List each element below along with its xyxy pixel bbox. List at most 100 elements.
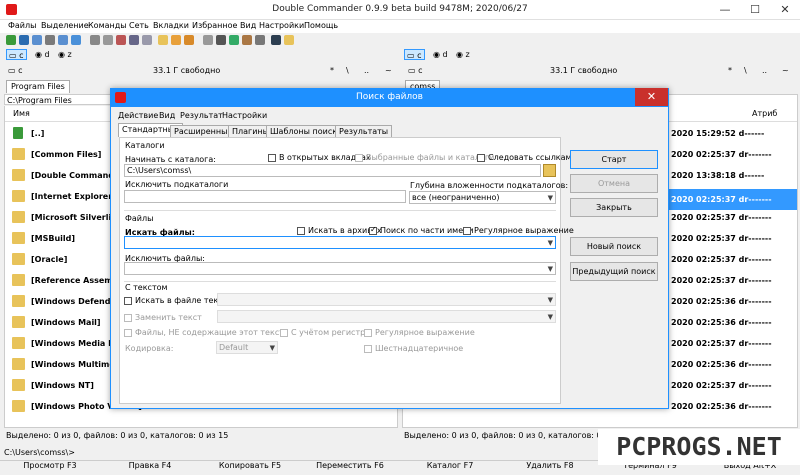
dialog-menu-result[interactable]: Результат xyxy=(180,111,223,120)
sync-icon[interactable] xyxy=(142,35,152,45)
search-icon[interactable] xyxy=(203,35,213,45)
copy-f5-button[interactable]: Копировать F5 xyxy=(200,461,300,470)
mkdir-f7-button[interactable]: Каталог F7 xyxy=(400,461,500,470)
list-item[interactable]: 2020 02:25:37 dr------- xyxy=(671,207,772,228)
start-dir-input[interactable]: C:\Users\comss\ xyxy=(124,164,541,177)
edit-f4-button[interactable]: Правка F4 xyxy=(100,461,200,470)
maximize-button[interactable]: ☐ xyxy=(740,0,770,20)
right-drive-z[interactable]: ◉ z xyxy=(454,49,472,60)
left-nav-backslash[interactable]: \ xyxy=(346,66,349,78)
refresh-icon[interactable] xyxy=(6,35,16,45)
tab-search-templates[interactable]: Шаблоны поиска xyxy=(266,125,346,137)
menu-commands[interactable]: Команды xyxy=(88,21,127,30)
right-nav-home[interactable]: ~ xyxy=(782,66,789,78)
regex-checkbox[interactable]: Регулярное выражение xyxy=(463,226,574,236)
menu-network[interactable]: Сеть xyxy=(129,21,149,30)
delete-f8-button[interactable]: Удалить F8 xyxy=(500,461,600,470)
pack-icon[interactable] xyxy=(171,35,181,45)
left-drive-z[interactable]: ◉ z xyxy=(56,49,74,60)
menu-files[interactable]: Файлы xyxy=(8,21,36,30)
options-icon[interactable] xyxy=(255,35,265,45)
terminal-icon[interactable] xyxy=(271,35,281,45)
browse-folder-button[interactable] xyxy=(543,164,556,177)
edit-icon[interactable] xyxy=(229,35,239,45)
new-search-button[interactable]: Новый поиск xyxy=(570,237,658,256)
right-nav-up[interactable]: .. xyxy=(762,66,767,78)
partial-name-checkbox[interactable]: ✓ Поиск по части имени xyxy=(369,225,474,236)
file-mask-input[interactable]: ▼ xyxy=(124,236,556,249)
not-containing-checkbox[interactable]: Файлы, НЕ содержащие этот текст xyxy=(124,328,284,338)
brief-view-icon[interactable] xyxy=(19,35,29,45)
list-item[interactable]: 2020 02:25:37 dr------- xyxy=(671,228,772,249)
full-view-icon[interactable] xyxy=(32,35,42,45)
replace-text-checkbox[interactable]: Заменить текст xyxy=(124,313,202,323)
start-button[interactable]: Старт xyxy=(570,150,658,169)
list-item[interactable]: 2020 02:25:36 dr------- xyxy=(671,354,772,375)
menu-tabs[interactable]: Вкладки xyxy=(153,21,189,30)
menu-view[interactable]: Вид xyxy=(240,21,256,30)
left-nav-root[interactable]: * xyxy=(330,66,334,78)
right-col-attr[interactable]: Атриб xyxy=(668,106,797,122)
previous-search-button[interactable]: Предыдущий поиск xyxy=(570,262,658,281)
tab-advanced[interactable]: Расширенный xyxy=(170,125,237,137)
right-drive-dropdown[interactable]: ▭ c xyxy=(408,66,423,78)
list-item[interactable]: 2020 02:25:37 dr------- xyxy=(671,144,772,165)
exclude-dirs-input[interactable] xyxy=(124,190,406,203)
columns-view-icon[interactable] xyxy=(45,35,55,45)
dialog-menu-view[interactable]: Вид xyxy=(159,111,175,120)
notepad-icon[interactable] xyxy=(242,35,252,45)
unselect-icon[interactable] xyxy=(116,35,126,45)
find-text-checkbox[interactable]: Искать в файле текст xyxy=(124,296,227,306)
left-tab-program-files[interactable]: Program Files xyxy=(6,80,70,93)
case-sensitive-checkbox[interactable]: С учётом регистра xyxy=(280,328,370,338)
list-item[interactable]: 2020 13:38:18 d------ xyxy=(671,165,764,186)
text-regex-checkbox[interactable]: Регулярное выражение xyxy=(364,328,475,338)
right-drive-c[interactable]: ▭ c xyxy=(404,49,425,60)
minimize-button[interactable]: — xyxy=(710,0,740,20)
close-dialog-button[interactable]: Закрыть xyxy=(570,198,658,217)
right-drive-d[interactable]: ◉ d xyxy=(431,49,450,60)
list-item[interactable]: 2020 02:25:36 dr------- xyxy=(671,312,772,333)
list-item[interactable]: 2020 15:29:52 d------ xyxy=(671,123,764,144)
invert-selection-icon[interactable] xyxy=(103,35,113,45)
dialog-close-button[interactable]: ✕ xyxy=(635,88,668,106)
list-item[interactable]: 2020 02:25:36 dr------- xyxy=(671,291,772,312)
copy-names-icon[interactable] xyxy=(158,35,168,45)
left-drive-dropdown[interactable]: ▭ c xyxy=(8,66,23,78)
list-item[interactable]: 2020 02:25:37 dr------- xyxy=(671,249,772,270)
list-item[interactable]: 2020 02:25:37 dr------- xyxy=(671,333,772,354)
menu-favorites[interactable]: Избранное xyxy=(192,21,237,30)
thumbnails-icon[interactable] xyxy=(58,35,68,45)
close-button[interactable]: ✕ xyxy=(770,0,800,20)
left-nav-up[interactable]: .. xyxy=(364,66,369,78)
follow-links-checkbox[interactable]: Следовать ссылкам xyxy=(477,153,572,163)
cancel-button[interactable]: Отмена xyxy=(570,174,658,193)
menu-settings[interactable]: Настройки xyxy=(259,21,304,30)
dialog-menu-action[interactable]: Действие xyxy=(118,111,158,120)
replace-text-input[interactable]: ▼ xyxy=(217,310,556,323)
encoding-dropdown[interactable]: Default ▼ xyxy=(216,341,278,354)
right-nav-root[interactable]: * xyxy=(728,66,732,78)
left-nav-home[interactable]: ~ xyxy=(385,66,392,78)
view-f3-button[interactable]: Просмотр F3 xyxy=(0,461,100,470)
compare-icon[interactable] xyxy=(129,35,139,45)
right-nav-backslash[interactable]: \ xyxy=(744,66,747,78)
select-all-icon[interactable] xyxy=(90,35,100,45)
hex-checkbox[interactable]: Шестнадцатеричное xyxy=(364,344,463,354)
tab-results[interactable]: Результаты xyxy=(335,125,393,137)
depth-dropdown[interactable]: все (неограниченно) ▼ xyxy=(409,191,556,204)
left-drive-c[interactable]: ▭ c xyxy=(6,49,27,60)
menu-help[interactable]: Помощь xyxy=(304,21,338,30)
move-f6-button[interactable]: Переместить F6 xyxy=(300,461,400,470)
unpack-icon[interactable] xyxy=(184,35,194,45)
exclude-files-input[interactable]: ▼ xyxy=(124,262,556,275)
multi-rename-icon[interactable] xyxy=(216,35,226,45)
list-item[interactable]: 2020 02:25:37 dr------- xyxy=(671,375,772,396)
list-item[interactable]: 2020 02:25:36 dr------- xyxy=(671,396,772,417)
folder-icon[interactable] xyxy=(284,35,294,45)
find-text-input[interactable]: ▼ xyxy=(217,293,556,306)
selected-files-checkbox[interactable]: Выбранные файлы и каталоги xyxy=(355,153,494,163)
left-drive-d[interactable]: ◉ d xyxy=(33,49,52,60)
dialog-menu-settings[interactable]: Настройки xyxy=(222,111,267,120)
menu-selection[interactable]: Выделение xyxy=(41,21,89,30)
